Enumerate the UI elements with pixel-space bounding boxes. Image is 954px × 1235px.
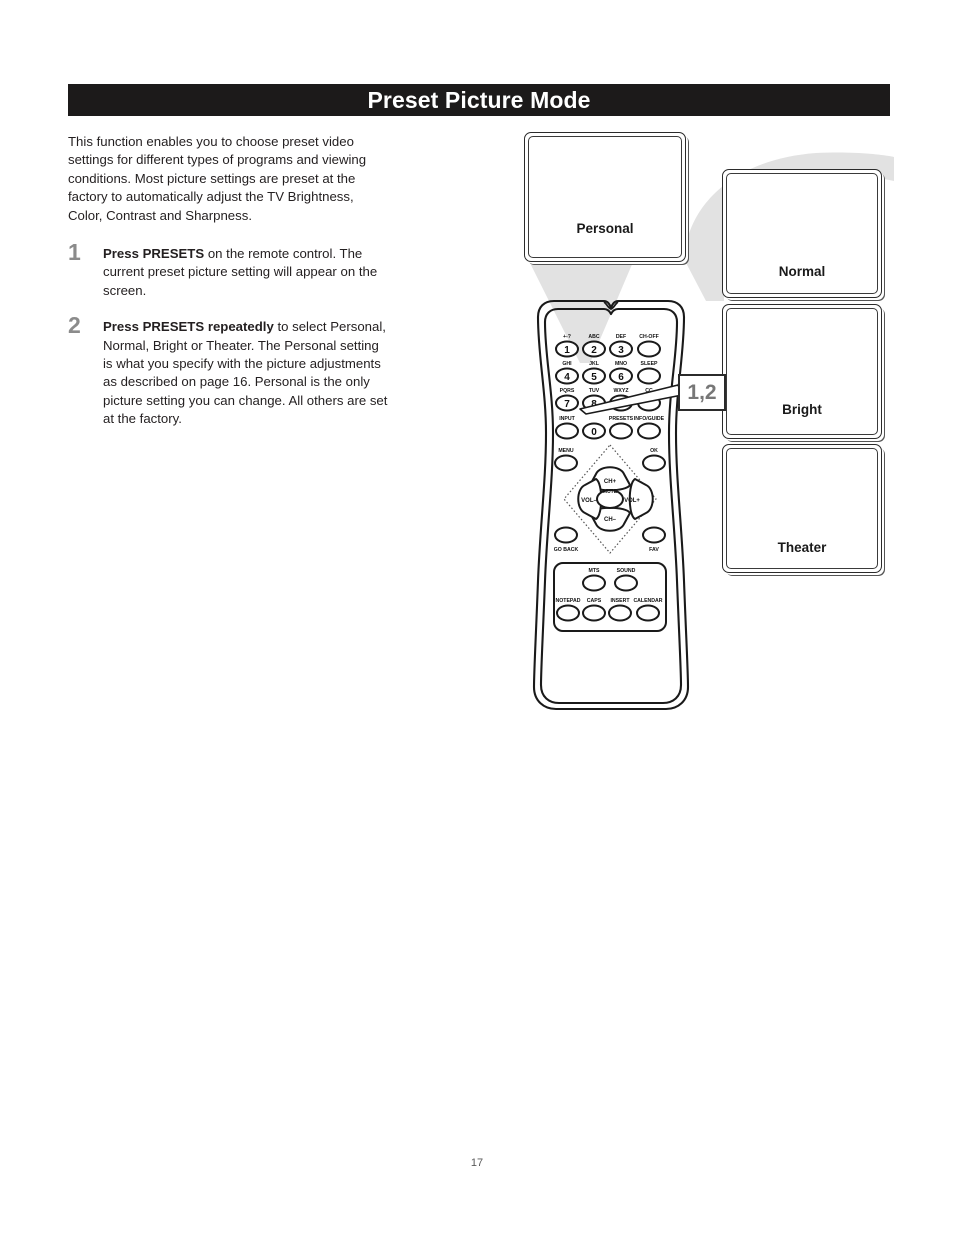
step-bold-2: Press PRESETS repeatedly [103, 319, 274, 335]
tv-screen-bright: Bright [722, 304, 882, 439]
svg-text:MUTE: MUTE [603, 489, 618, 495]
svg-text:7: 7 [564, 399, 570, 410]
svg-text:NOTEPAD: NOTEPAD [556, 598, 581, 604]
svg-text:ABC: ABC [588, 334, 599, 340]
svg-text:5: 5 [591, 372, 597, 383]
instruction-column: This function enables you to choose pres… [68, 133, 388, 447]
svg-text:OK: OK [650, 448, 658, 454]
svg-text:GHI: GHI [562, 361, 572, 367]
svg-text:CH–: CH– [604, 517, 617, 523]
svg-text:3: 3 [618, 345, 624, 356]
svg-text:+-?: +-? [563, 334, 571, 340]
step-item-1: 1 Press PRESETS on the remote control. T… [68, 240, 388, 300]
svg-text:SLEEP: SLEEP [640, 361, 658, 367]
svg-text:GO BACK: GO BACK [554, 547, 579, 553]
svg-text:FAV: FAV [649, 547, 659, 553]
svg-text:MNO: MNO [615, 361, 627, 367]
callout-label: 1,2 [687, 381, 717, 404]
tv-label-bright: Bright [782, 402, 822, 417]
tv-label-normal: Normal [778, 264, 826, 279]
svg-text:MENU: MENU [558, 448, 574, 454]
svg-text:MTS: MTS [589, 568, 600, 574]
svg-text:CH-OFF: CH-OFF [639, 334, 659, 340]
svg-text:CH+: CH+ [604, 479, 617, 485]
callout-box-steps: 1,2 [678, 374, 726, 411]
tv-label-personal: Personal [576, 221, 634, 236]
svg-text:PQRS: PQRS [560, 388, 575, 394]
svg-text:INPUT: INPUT [559, 416, 575, 422]
svg-text:DEF: DEF [616, 334, 626, 340]
svg-text:0: 0 [591, 427, 597, 438]
svg-text:CAPS: CAPS [587, 598, 602, 604]
tv-label-theater: Theater [777, 540, 827, 555]
step-rest-2: to select Personal, Normal, Bright or Th… [103, 319, 388, 427]
page-header-bar: Preset Picture Mode [68, 84, 890, 116]
step-text-1: Press PRESETS on the remote control. The… [103, 245, 388, 300]
page-title: Preset Picture Mode [367, 87, 591, 113]
tv-screen-personal: Personal [524, 132, 686, 262]
svg-text:6: 6 [618, 372, 624, 383]
page-number: 17 [470, 1157, 484, 1169]
intro-paragraph: This function enables you to choose pres… [68, 134, 367, 223]
step-number-1: 1 [68, 239, 81, 266]
svg-text:CALENDAR: CALENDAR [633, 598, 662, 604]
illustration-area: Personal Normal Bright Theater 1,2 1 2 3… [500, 125, 920, 725]
svg-text:1: 1 [564, 345, 570, 356]
svg-text:SOUND: SOUND [617, 568, 636, 574]
svg-text:VOL–: VOL– [581, 498, 597, 504]
svg-text:2: 2 [591, 345, 597, 356]
step-bold-1: Press PRESETS [103, 246, 205, 262]
svg-text:INSERT: INSERT [610, 598, 630, 604]
step-item-2: 2 Press PRESETS repeatedly to select Per… [68, 313, 388, 428]
tv-screen-inner [528, 136, 682, 258]
step-number-2: 2 [68, 312, 81, 339]
svg-text:JKL: JKL [589, 361, 600, 367]
step-text-2: Press PRESETS repeatedly to select Perso… [103, 318, 388, 428]
tv-screen-theater: Theater [722, 444, 882, 573]
svg-text:VOL+: VOL+ [624, 498, 640, 504]
callout-leader-line [578, 383, 684, 417]
remote-control-illustration: 1 2 3 4 5 6 7 8 9 0 +-? ABC DEF CH-OFF G… [516, 295, 706, 715]
tv-screen-normal: Normal [722, 169, 882, 298]
svg-text:4: 4 [564, 372, 570, 383]
